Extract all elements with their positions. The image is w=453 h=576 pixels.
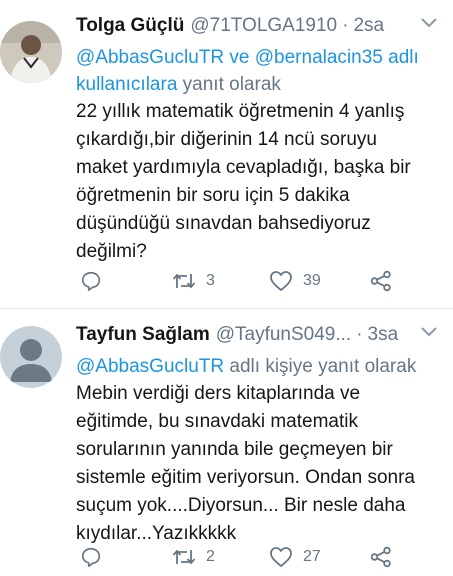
tweet-text-line: kıydılar...Yazıkkkkk: [76, 523, 237, 544]
display-name[interactable]: Tolga Güçlü: [76, 15, 184, 37]
reply-context: @AbbasGucluTR ve @bernalacin35 adlı kull…: [76, 44, 443, 98]
tweet-text-line: öğretmenin bir soru için 5 dakika: [76, 185, 350, 206]
avatar[interactable]: [0, 326, 62, 388]
retweet-button[interactable]: 2: [172, 546, 215, 568]
tweet-text-line: 22 yıllık matematik öğretmenin 4 yanlış: [76, 101, 405, 122]
retweet-icon: [172, 549, 196, 565]
tweet-text-line: suçum yok....Diyorsun... Bir nesle daha: [76, 495, 406, 516]
tweet-text-line: eğitimde, bu sınavdaki matematik: [76, 411, 358, 432]
mention-link[interactable]: @AbbasGucluTR: [76, 47, 224, 68]
separator-dot: ·: [342, 15, 349, 36]
tweet-text-line: değilmi?: [76, 241, 147, 262]
share-icon: [370, 546, 391, 568]
tweet-text-line: Mebin verdiği ders kitaplarında ve: [76, 383, 361, 404]
like-button[interactable]: 27: [269, 546, 321, 568]
reply-button[interactable]: [80, 270, 102, 292]
tweet[interactable]: Tayfun Sağlam @TayfunS049... · 3sa @Abba…: [0, 309, 453, 576]
user-handle[interactable]: @71TOLGA1910: [190, 15, 337, 37]
reply-connector: ve: [229, 47, 250, 68]
mention-link[interactable]: @AbbasGucluTR: [76, 356, 224, 377]
tweet-text: 22 yıllık matematik öğretmenin 4 yanlış …: [76, 98, 439, 266]
retweet-icon: [172, 273, 196, 289]
tweet-header: Tayfun Sağlam @TayfunS049... · 3sa: [76, 319, 409, 351]
mention-link[interactable]: @bernalacin35: [255, 47, 383, 68]
share-icon: [370, 270, 391, 292]
tweet-text: Mebin verdiği ders kitaplarında ve eğiti…: [76, 380, 439, 548]
tweet-text-line: sistemle eğitim veriyorsun. Ondan sonra: [76, 467, 415, 488]
tweet-actions: 3 39: [76, 270, 453, 296]
share-button[interactable]: [370, 270, 392, 292]
timestamp[interactable]: 3sa: [368, 324, 399, 346]
reply-suffix: yanıt olarak: [182, 74, 281, 95]
heart-icon: [270, 547, 292, 567]
reply-context: @AbbasGucluTR adlı kişiye yanıt olarak: [76, 353, 443, 380]
tweet[interactable]: Tolga Güçlü @71TOLGA1910 · 2sa @AbbasGuc…: [0, 0, 453, 309]
like-count: 27: [303, 548, 321, 565]
chevron-down-icon[interactable]: [419, 16, 439, 30]
tweet-text-line: maket yardımıyla cevapladığı, başka bir: [76, 157, 411, 178]
chevron-down-icon[interactable]: [419, 325, 439, 339]
retweet-button[interactable]: 3: [172, 270, 215, 292]
timestamp[interactable]: 2sa: [353, 15, 384, 37]
tweet-text-line: düşündüğü sınavdan bahsediyoruz: [76, 213, 371, 234]
reply-button[interactable]: [80, 546, 102, 568]
tweet-text-line: sorularının yanında bile geçmeyen bir: [76, 439, 393, 460]
reply-icon: [81, 547, 101, 567]
reply-mid-text: adlı: [388, 47, 419, 68]
reply-suffix: adlı kişiye yanıt olarak: [229, 356, 417, 377]
like-button[interactable]: 39: [269, 270, 321, 292]
retweet-count: 2: [206, 548, 215, 565]
retweet-count: 3: [206, 272, 215, 289]
tweet-header: Tolga Güçlü @71TOLGA1910 · 2sa: [76, 10, 409, 42]
user-handle[interactable]: @TayfunS049...: [216, 324, 351, 346]
avatar[interactable]: [0, 21, 62, 83]
avatar-photo: [0, 21, 62, 83]
reply-users-link[interactable]: kullanıcılara: [76, 74, 177, 95]
tweet-text-line: çıkardığı,bir diğerinin 14 ncü soruyu: [76, 129, 377, 150]
like-count: 39: [303, 272, 321, 289]
display-name[interactable]: Tayfun Sağlam: [76, 324, 210, 346]
reply-icon: [81, 271, 101, 291]
heart-icon: [270, 271, 292, 291]
separator-dot: ·: [356, 324, 363, 345]
tweet-actions: 2 27: [76, 546, 453, 572]
default-avatar-icon: [0, 326, 62, 388]
share-button[interactable]: [370, 546, 392, 568]
